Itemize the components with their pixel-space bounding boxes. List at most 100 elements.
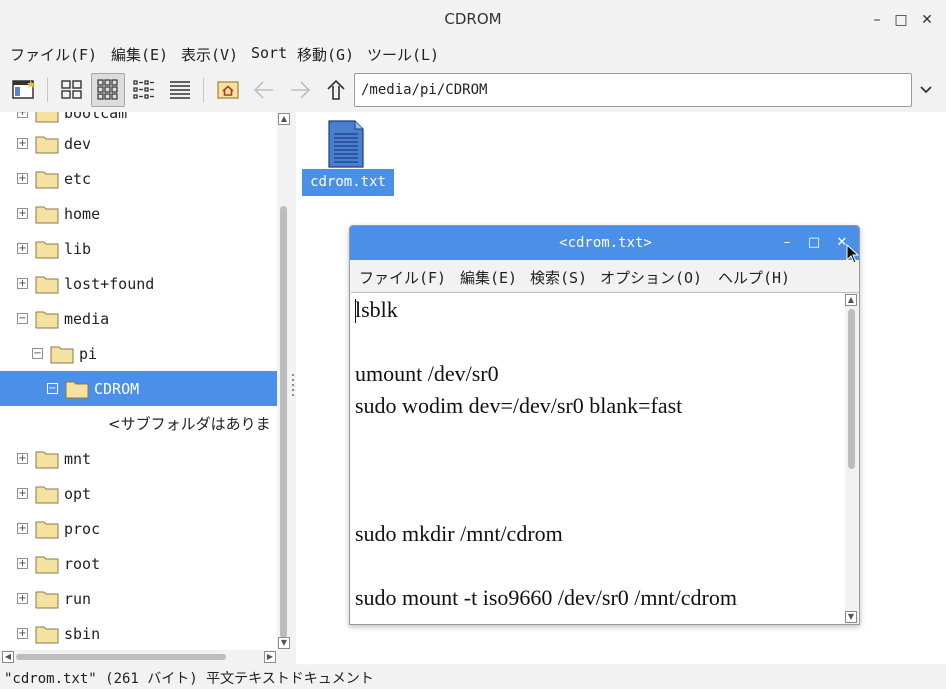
expand-icon[interactable]: +	[17, 278, 28, 289]
tree-horizontal-scrollbar[interactable]: ◀ ▶	[0, 650, 291, 664]
compact-view-icon[interactable]	[127, 73, 161, 107]
editor-minimize-button[interactable]: –	[776, 232, 798, 254]
editor-vertical-scrollbar[interactable]: ▲ ▼	[845, 292, 859, 624]
tree-item-label: lib	[64, 239, 92, 258]
tree-item-sbin[interactable]: + sbin	[0, 616, 277, 650]
expand-icon[interactable]: +	[17, 453, 28, 464]
mouse-pointer-icon	[846, 244, 860, 264]
tree-item-run[interactable]: + run	[0, 581, 277, 616]
tree-item-label: pi	[79, 344, 98, 363]
tree-item-root[interactable]: + root	[0, 546, 277, 581]
tree-item-label: sbin	[64, 624, 101, 643]
tree-item-cdrom[interactable]: − CDROM	[0, 371, 277, 406]
tree-item-label: proc	[64, 519, 101, 538]
tree-item-label: bootcam	[64, 112, 128, 122]
scroll-down-icon[interactable]: ▼	[278, 637, 290, 649]
home-icon[interactable]	[211, 73, 245, 107]
tree-item-proc[interactable]: + proc	[0, 511, 277, 546]
editor-menu-search[interactable]: 検索(S)	[530, 267, 587, 288]
text-editor-window: <cdrom.txt> – □ ✕ ファイル(F) 編集(E) 検索(S) オプ…	[349, 225, 860, 625]
tree-item-label: lost+found	[64, 274, 155, 293]
tree-item-label: media	[64, 309, 110, 328]
scrollbar-thumb[interactable]	[280, 206, 287, 638]
tree-item-dev[interactable]: + dev	[0, 126, 277, 161]
menu-edit[interactable]: 編集(E)	[111, 44, 168, 65]
tree-item-mnt[interactable]: + mnt	[0, 441, 277, 476]
editor-menu-help[interactable]: ヘルプ(H)	[718, 267, 790, 288]
tree-item-etc[interactable]: + etc	[0, 161, 277, 196]
file-name: cdrom.txt	[302, 169, 394, 196]
status-bar: "cdrom.txt" (261 バイト) 平文テキストドキュメント	[0, 664, 946, 689]
scroll-down-icon[interactable]: ▼	[845, 611, 857, 623]
text-line: sudo mount -t iso9660 /dev/sr0 /mnt/cdro…	[355, 585, 737, 610]
text-line: umount /dev/sr0	[355, 361, 499, 386]
tree-vertical-scrollbar[interactable]: ▲ ▼	[277, 112, 291, 650]
editor-menu-file[interactable]: ファイル(F)	[359, 267, 446, 288]
thumbnail-view-icon[interactable]	[91, 73, 125, 107]
tree-item-lib[interactable]: + lib	[0, 231, 277, 266]
expand-icon[interactable]: +	[17, 593, 28, 604]
collapse-icon[interactable]: −	[47, 383, 58, 394]
expand-icon[interactable]: +	[17, 138, 28, 149]
menu-bar: ファイル(F) 編集(E) 表示(V) Sort 移動(G) ツール(L)	[0, 40, 946, 68]
file-manager-window: CDROM – □ ✕ ファイル(F) 編集(E) 表示(V) Sort 移動(…	[0, 0, 946, 689]
new-window-icon[interactable]	[7, 73, 41, 107]
editor-text-area[interactable]: lsblk umount /dev/sr0 sudo wodim dev=/de…	[351, 292, 845, 624]
folder-icon	[50, 346, 74, 363]
expand-icon[interactable]: +	[17, 173, 28, 184]
editor-title-bar[interactable]: <cdrom.txt> – □ ✕	[350, 226, 859, 260]
back-arrow-icon[interactable]	[247, 73, 281, 107]
splitter-grip	[292, 394, 294, 396]
menu-tools[interactable]: ツール(L)	[367, 44, 439, 65]
scroll-up-icon[interactable]: ▲	[278, 113, 290, 125]
detail-view-icon[interactable]	[163, 73, 197, 107]
path-input[interactable]: /media/pi/CDROM	[354, 73, 912, 107]
editor-menu-edit[interactable]: 編集(E)	[460, 267, 517, 288]
scroll-left-icon[interactable]: ◀	[2, 651, 14, 663]
menu-file[interactable]: ファイル(F)	[10, 44, 97, 65]
tree-item-lost-found[interactable]: + lost+found	[0, 266, 277, 301]
forward-arrow-icon[interactable]	[283, 73, 317, 107]
tree-item-label: dev	[64, 134, 92, 153]
folder-icon	[35, 591, 59, 608]
title-bar: CDROM – □ ✕	[0, 0, 946, 40]
expand-icon[interactable]: +	[17, 112, 28, 118]
close-button[interactable]: ✕	[916, 9, 938, 31]
editor-menu-bar: ファイル(F) 編集(E) 検索(S) オプション(O) ヘルプ(H)	[350, 260, 859, 292]
expand-icon[interactable]: +	[17, 488, 28, 499]
folder-icon	[35, 171, 59, 188]
tree-item-media[interactable]: − media	[0, 301, 277, 336]
tree-item-pi[interactable]: − pi	[0, 336, 277, 371]
text-line: sudo wodim dev=/dev/sr0 blank=fast	[355, 393, 683, 418]
text-file-icon	[328, 120, 364, 168]
menu-sort[interactable]: Sort	[251, 44, 287, 62]
expand-icon[interactable]: +	[17, 558, 28, 569]
folder-icon	[35, 486, 59, 503]
folder-icon	[35, 311, 59, 328]
minimize-button[interactable]: –	[866, 9, 888, 31]
menu-go[interactable]: 移動(G)	[297, 44, 354, 65]
up-arrow-icon[interactable]	[319, 73, 353, 107]
scroll-up-icon[interactable]: ▲	[845, 294, 857, 306]
collapse-icon[interactable]: −	[32, 348, 43, 359]
collapse-icon[interactable]: −	[17, 313, 28, 324]
expand-icon[interactable]: +	[17, 628, 28, 639]
editor-maximize-button[interactable]: □	[803, 232, 825, 254]
expand-icon[interactable]: +	[17, 523, 28, 534]
scrollbar-thumb[interactable]	[848, 309, 855, 469]
expand-icon[interactable]: +	[17, 243, 28, 254]
maximize-button[interactable]: □	[890, 9, 912, 31]
chevron-down-icon[interactable]	[912, 73, 940, 107]
menu-view[interactable]: 表示(V)	[181, 44, 238, 65]
editor-menu-options[interactable]: オプション(O)	[600, 267, 702, 288]
folder-icon	[35, 276, 59, 293]
icon-view-icon[interactable]	[55, 73, 89, 107]
splitter-grip	[292, 384, 294, 386]
tree-item-opt[interactable]: + opt	[0, 476, 277, 511]
text-line: lsblk	[355, 297, 398, 322]
scrollbar-thumb[interactable]	[16, 654, 226, 660]
scroll-right-icon[interactable]: ▶	[264, 651, 276, 663]
expand-icon[interactable]: +	[17, 208, 28, 219]
tree-item-label: root	[64, 554, 101, 573]
tree-item-home[interactable]: + home	[0, 196, 277, 231]
